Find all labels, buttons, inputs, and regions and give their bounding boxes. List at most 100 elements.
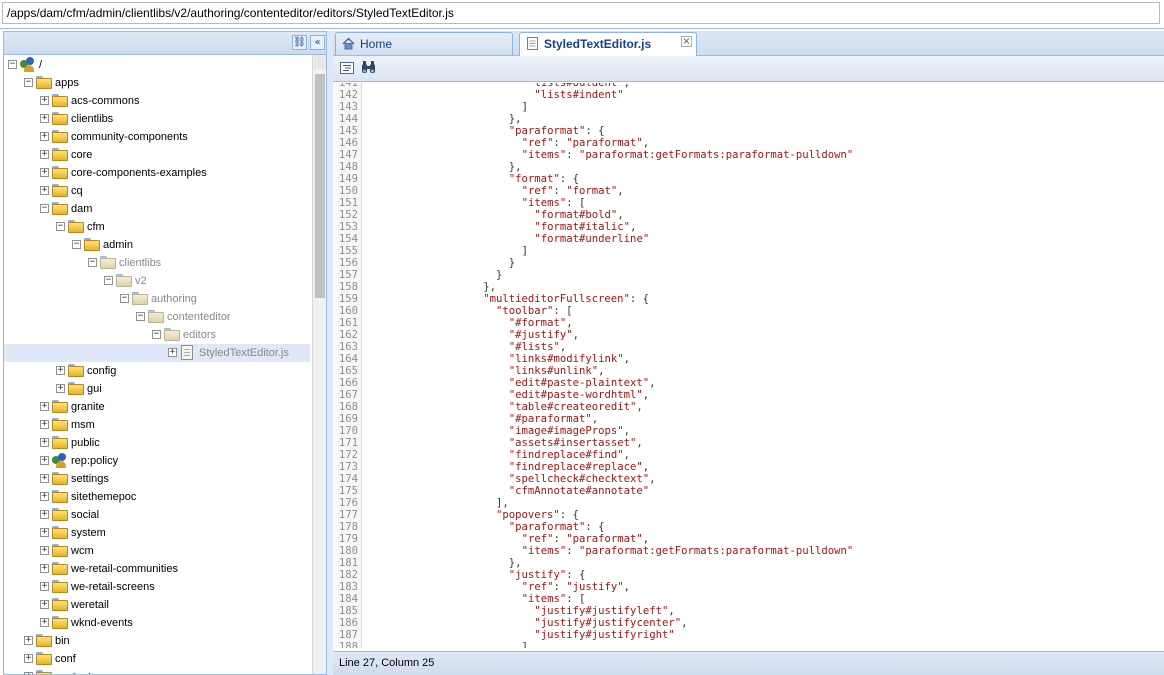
expand-icon[interactable]: + [40,618,49,627]
tree-node[interactable]: − apps [4,74,310,92]
tree-node[interactable]: + cq [4,182,310,200]
expand-icon[interactable]: + [40,114,49,123]
tree-node-label: rep:policy [71,455,119,467]
tree-node[interactable]: + sitethemepoc [4,488,310,506]
expand-icon[interactable]: + [40,438,49,447]
folder-icon [36,670,52,674]
code-editor[interactable]: 141 142 143 144 145 146 147 148 149 150 151 152 153 1… [334,83,1163,648]
tree-node[interactable]: + clientlibs [4,110,310,128]
home-icon [342,37,355,50]
tree-node[interactable]: + conf [4,650,310,668]
tab-home[interactable]: Home [335,32,513,55]
tree-node-label: apps [55,77,79,89]
tree-node[interactable]: + acs-commons [4,92,310,110]
tree-node[interactable]: + wcm [4,542,310,560]
tree-node[interactable]: +content [4,668,310,674]
collapse-icon[interactable]: − [8,60,17,69]
collapse-icon[interactable]: − [136,312,145,321]
collapse-icon[interactable]: − [40,204,49,213]
tree-node[interactable]: + core-components-examples [4,164,310,182]
tree-node[interactable]: + gui [4,380,310,398]
expand-icon[interactable]: + [40,510,49,519]
expand-icon[interactable]: + [40,546,49,555]
expand-icon[interactable]: + [40,420,49,429]
expand-icon[interactable]: + [24,654,33,663]
code-line: "multieditorFullscreen": { [483,293,650,305]
path-input[interactable] [2,2,1160,24]
line-number: 151 [338,197,358,209]
tree-node[interactable]: + StyledTextEditor.js [4,344,310,362]
tree-node[interactable]: + rep:policy [4,452,310,470]
collapse-panel-button[interactable]: « [310,35,325,50]
expand-icon[interactable]: + [40,402,49,411]
line-number: 156 [338,257,358,269]
folder-icon [116,274,132,287]
tree-node[interactable]: + config [4,362,310,380]
scroll-up-arrow[interactable] [314,55,326,69]
expand-icon[interactable]: + [40,528,49,537]
code-line: "assets#insertasset", [508,437,643,449]
expand-icon[interactable]: + [40,582,49,591]
tree-node[interactable]: + community-components [4,128,310,146]
tree-node[interactable]: − admin [4,236,310,254]
tree-node[interactable]: − contenteditor [4,308,310,326]
collapse-icon[interactable]: − [56,222,65,231]
tree-node[interactable]: + settings [4,470,310,488]
tree-node[interactable]: + we-retail-screens [4,578,310,596]
code-line: "paraformat": { [508,125,605,137]
tree-node[interactable]: + granite [4,398,310,416]
tree-node[interactable]: + bin [4,632,310,650]
collapse-icon[interactable]: − [120,294,129,303]
find-icon[interactable] [360,60,377,77]
tree-node[interactable]: − clientlibs [4,254,310,272]
status-bar: Line 27, Column 25 [333,651,1164,675]
tree-scrollbar[interactable] [312,55,326,674]
tree-node[interactable]: − / [4,56,310,74]
expand-icon[interactable]: + [24,636,33,645]
expand-icon[interactable]: + [56,384,65,393]
tree-node[interactable]: + public [4,434,310,452]
binoculars-icon[interactable]: ⛓ [292,35,307,50]
tree-node-label: dam [71,203,93,215]
expand-icon[interactable]: + [56,366,65,375]
expand-icon[interactable]: + [40,600,49,609]
tree-node[interactable]: − authoring [4,290,310,308]
repository-panel-header: ⛓ « [4,32,326,55]
expand-icon[interactable]: + [40,474,49,483]
tree-node[interactable]: − editors [4,326,310,344]
expand-icon[interactable]: + [40,96,49,105]
tree-node[interactable]: + social [4,506,310,524]
code-line: "popovers": { [496,509,579,521]
expand-icon[interactable]: + [40,564,49,573]
tree-node[interactable]: + system [4,524,310,542]
expand-icon[interactable]: + [40,150,49,159]
expand-icon[interactable]: + [40,186,49,195]
scrollbar-thumb[interactable] [315,74,325,298]
expand-icon[interactable]: + [40,492,49,501]
expand-icon[interactable]: + [168,348,177,357]
collapse-icon[interactable]: − [24,78,33,87]
folder-icon [52,598,68,611]
collapse-icon[interactable]: − [104,276,113,285]
tree-node[interactable]: + msm [4,416,310,434]
tree-node-label: settings [71,473,109,485]
close-tab-icon[interactable]: × [681,36,692,47]
collapse-icon[interactable]: − [88,258,97,267]
expand-icon[interactable]: + [40,168,49,177]
collapse-icon[interactable]: − [72,240,81,249]
line-number: 149 [338,173,358,185]
tree-node[interactable]: + core [4,146,310,164]
tree-node[interactable]: − cfm [4,218,310,236]
tree-node[interactable]: + wknd-events [4,614,310,632]
folder-icon [164,328,180,341]
tree-node[interactable]: + we-retail-communities [4,560,310,578]
tree-node[interactable]: − v2 [4,272,310,290]
tree-node[interactable]: − dam [4,200,310,218]
tree-node[interactable]: + weretail [4,596,310,614]
tab-styled-text-editor[interactable]: StyledTextEditor.js × [519,32,697,56]
expand-icon[interactable]: + [40,132,49,141]
line-number: 145 [338,125,358,137]
collapse-icon[interactable]: − [152,330,161,339]
format-icon[interactable] [339,60,356,77]
expand-icon[interactable]: + [40,456,49,465]
